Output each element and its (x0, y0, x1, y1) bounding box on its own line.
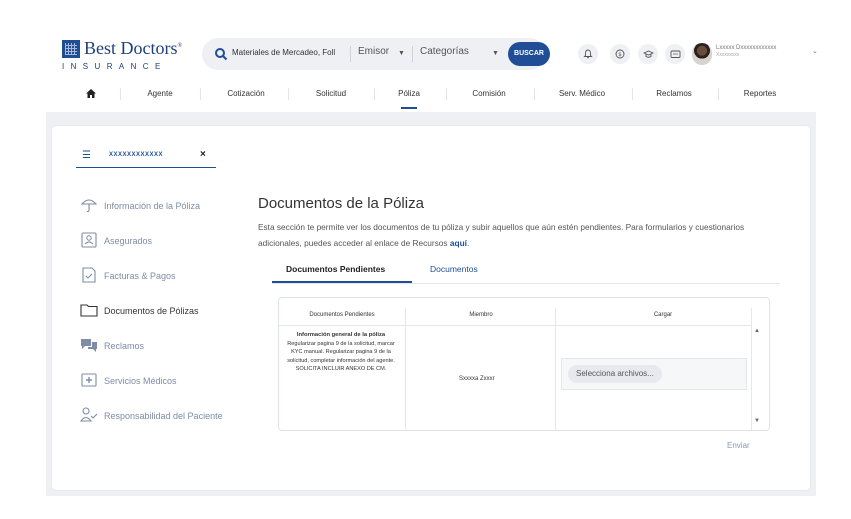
menu-icon[interactable]: ☰ (82, 150, 91, 161)
best-doctors-logo[interactable]: Best Doctors® INSURANCE (62, 38, 182, 71)
search-bar: Materiales de Mercadeo, Foll Emisor ▼ Ca… (202, 38, 550, 70)
dollar-icon[interactable]: $ (610, 44, 630, 64)
avatar[interactable] (692, 43, 712, 65)
sidebar-item-label: Documentos de Pólizas (104, 306, 199, 316)
table-row: Información general de la póliza Regular… (281, 331, 401, 374)
emisor-dropdown[interactable]: Emisor (358, 46, 389, 57)
document-title: Información general de la póliza (296, 332, 386, 338)
sidebar-item-informacion[interactable]: Información de la Póliza (80, 196, 250, 216)
sidebar-item-reclamos[interactable]: Reclamos (80, 336, 250, 356)
search-icon[interactable] (214, 47, 228, 61)
chevron-down-icon[interactable]: ▼ (492, 50, 499, 57)
search-input[interactable]: Materiales de Mercadeo, Foll (232, 48, 335, 57)
nav-poliza[interactable]: Póliza (398, 89, 420, 98)
sidebar-item-facturas[interactable]: Facturas & Pagos (80, 266, 250, 286)
chevron-down-icon[interactable]: ⌄ (812, 47, 818, 55)
logo-mark-icon (62, 40, 80, 58)
close-icon[interactable]: × (200, 149, 206, 160)
policy-number: XXXXXXXXXXXX (109, 152, 164, 158)
nav-solicitud[interactable]: Solicitud (316, 89, 346, 98)
user-role: Xxxxxxxxx (716, 52, 740, 58)
nav-reclamos[interactable]: Reclamos (656, 89, 692, 98)
sidebar-item-responsabilidad[interactable]: Responsabilidad del Paciente (80, 406, 250, 426)
page-title: Documentos de la Póliza (258, 195, 424, 212)
table-scrollbar[interactable]: ▲ ▼ (751, 308, 769, 430)
document-detail: Regularizar pagina 9 de la solicitud, ma… (287, 340, 395, 373)
sidebar-item-label: Facturas & Pagos (104, 271, 176, 281)
brand-subtitle: INSURANCE (62, 62, 167, 71)
top-header: Best Doctors® INSURANCE Materiales de Me… (0, 0, 851, 104)
umbrella-icon (80, 199, 98, 213)
chevron-down-icon[interactable]: ▼ (398, 50, 405, 57)
brand-name: Best Doctors (84, 38, 178, 58)
user-name[interactable]: Lxxxxx Dxxxxxxxxxxxx (716, 45, 776, 51)
page-description: Esta sección te permite ver los document… (258, 222, 745, 248)
tab-documentos[interactable]: Documentos (430, 264, 478, 274)
column-header: Documentos Pendientes (309, 312, 375, 318)
nav-cotizacion[interactable]: Cotización (227, 89, 264, 98)
scroll-down-icon[interactable]: ▼ (754, 418, 760, 424)
submit-button[interactable]: Enviar (727, 441, 750, 450)
folder-icon (80, 304, 98, 317)
nav-serv-medico[interactable]: Serv. Médico (559, 89, 605, 98)
nav-active-indicator (401, 107, 417, 109)
home-icon[interactable] (86, 89, 96, 98)
sidebar-item-servicios[interactable]: Servicios Médicos (80, 371, 250, 391)
medical-icon (81, 373, 97, 387)
bell-icon[interactable] (578, 44, 598, 64)
id-badge-icon[interactable] (665, 44, 685, 64)
upload-area[interactable]: Selecciona archivos... (561, 358, 747, 390)
resources-link[interactable]: aquí (450, 238, 467, 248)
sidebar-item-label: Información de la Póliza (104, 201, 201, 211)
policy-tab[interactable]: ☰ XXXXXXXXXXXX × (76, 142, 216, 168)
search-button[interactable]: BUSCAR (508, 42, 550, 66)
column-header: Miembro (469, 312, 493, 318)
sidebar-item-documentos[interactable]: Documentos de Pólizas (80, 301, 250, 321)
sidebar-item-label: Reclamos (104, 341, 145, 351)
table-header: Documentos Pendientes Miembro Cargar (279, 308, 751, 326)
sidebar-item-label: Servicios Médicos (104, 376, 177, 386)
sidebar-item-label: Asegurados (104, 236, 153, 246)
svg-text:$: $ (618, 52, 622, 58)
tab-documentos-pendientes[interactable]: Documentos Pendientes (286, 264, 385, 274)
chat-icon (81, 339, 97, 352)
pending-documents-table: Documentos Pendientes Miembro Cargar Inf… (278, 297, 770, 431)
scroll-up-icon[interactable]: ▲ (754, 328, 760, 334)
document-tabs: Documentos Pendientes Documentos (272, 260, 780, 284)
column-header: Cargar (653, 312, 673, 318)
main-nav: Agente Cotización Solicitud Póliza Comis… (0, 84, 851, 104)
select-files-button[interactable]: Selecciona archivos... (568, 365, 662, 383)
sidebar-item-label: Responsabilidad del Paciente (104, 411, 223, 421)
nav-reportes[interactable]: Reportes (744, 89, 776, 98)
sidebar-item-asegurados[interactable]: Asegurados (80, 231, 250, 251)
graduation-cap-icon[interactable] (638, 44, 658, 64)
categorias-dropdown[interactable]: Categorías (420, 46, 469, 57)
invoice-icon (82, 267, 96, 283)
nav-comision[interactable]: Comisión (472, 89, 505, 98)
user-check-icon (80, 407, 98, 422)
member-name: Sxxxxa Zxxxr (459, 376, 495, 382)
id-card-icon (81, 232, 97, 248)
nav-agente[interactable]: Agente (147, 89, 172, 98)
